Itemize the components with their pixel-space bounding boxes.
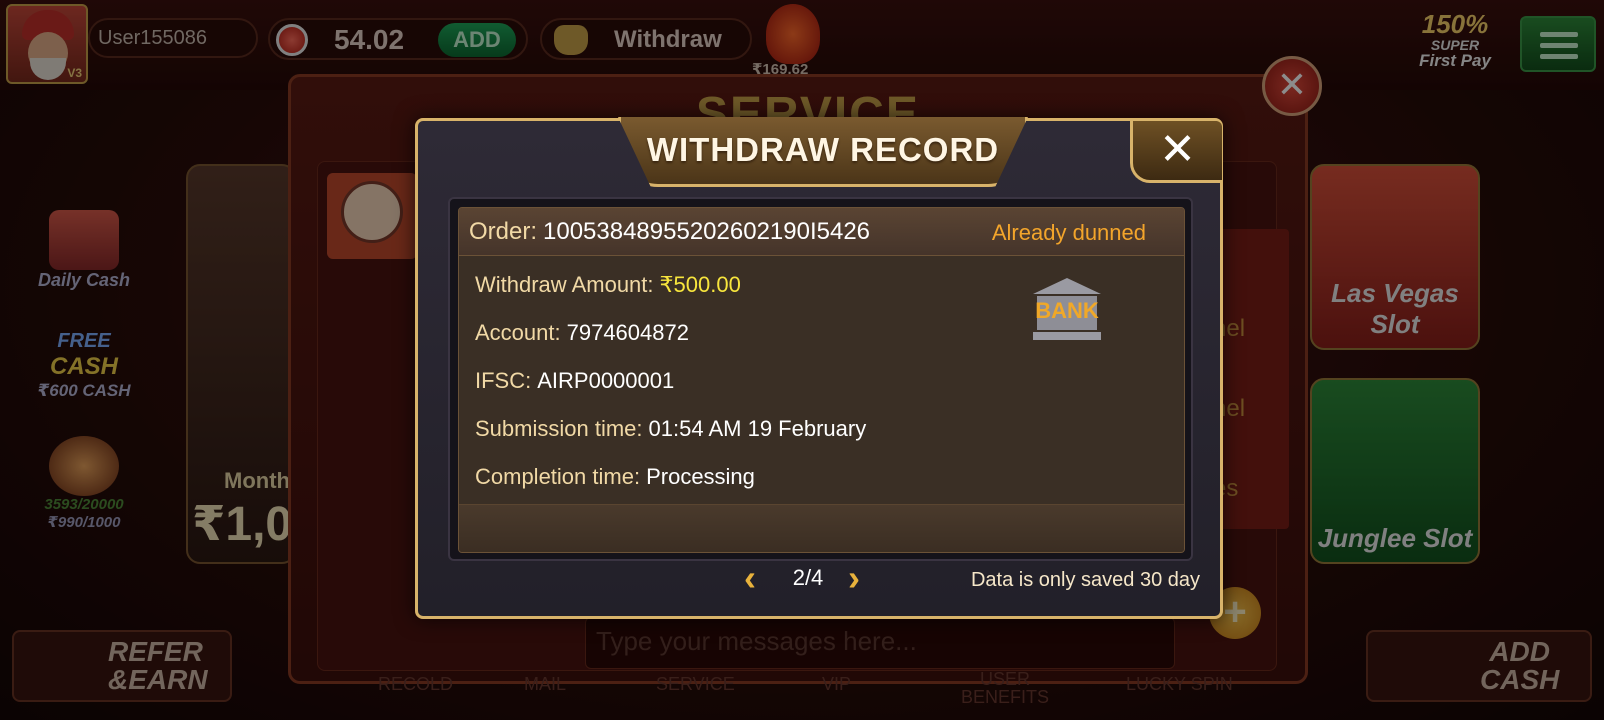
status-badge: Already dunned	[991, 220, 1146, 245]
record-footer	[459, 504, 1184, 552]
amount-row: Withdraw Amount: ₹500.00	[475, 272, 741, 297]
order-id: 10053848955202602190I5426	[543, 218, 871, 245]
record-frame: Order: 10053848955202602190I5426 Already…	[448, 197, 1193, 561]
chevron-right-icon[interactable]: ›	[848, 560, 874, 597]
amount-value: ₹500.00	[659, 272, 741, 297]
completion-row: Completion time: Processing	[475, 464, 755, 489]
chevron-left-icon[interactable]: ‹	[744, 560, 770, 597]
ifsc-value: AIRP0000001	[537, 368, 675, 393]
data-retention-note: Data is only saved 30 day	[970, 569, 1200, 591]
submission-value: 01:54 AM 19 February	[648, 416, 867, 441]
account-value: 7974604872	[566, 320, 689, 345]
submission-row: Submission time: 01:54 AM 19 February	[475, 416, 867, 441]
order-label: Order:	[469, 218, 538, 245]
record-header: Order: 10053848955202602190I5426 Already…	[459, 208, 1184, 256]
page-indicator: 2/4	[792, 565, 824, 590]
modal-title: WITHDRAW RECORD	[646, 131, 1000, 168]
bank-icon: BANK	[1033, 278, 1101, 342]
close-button[interactable]: ✕	[1130, 121, 1222, 183]
withdraw-record-card: Order: 10053848955202602190I5426 Already…	[458, 207, 1185, 553]
withdraw-record-modal: WITHDRAW RECORD ✕ Order: 100538489552026…	[415, 117, 1223, 619]
pagination: ‹ 2/4 ›	[744, 559, 874, 599]
completion-value: Processing	[646, 464, 755, 489]
account-row: Account: 7974604872	[475, 320, 689, 345]
ifsc-row: IFSC: AIRP0000001	[475, 368, 675, 393]
